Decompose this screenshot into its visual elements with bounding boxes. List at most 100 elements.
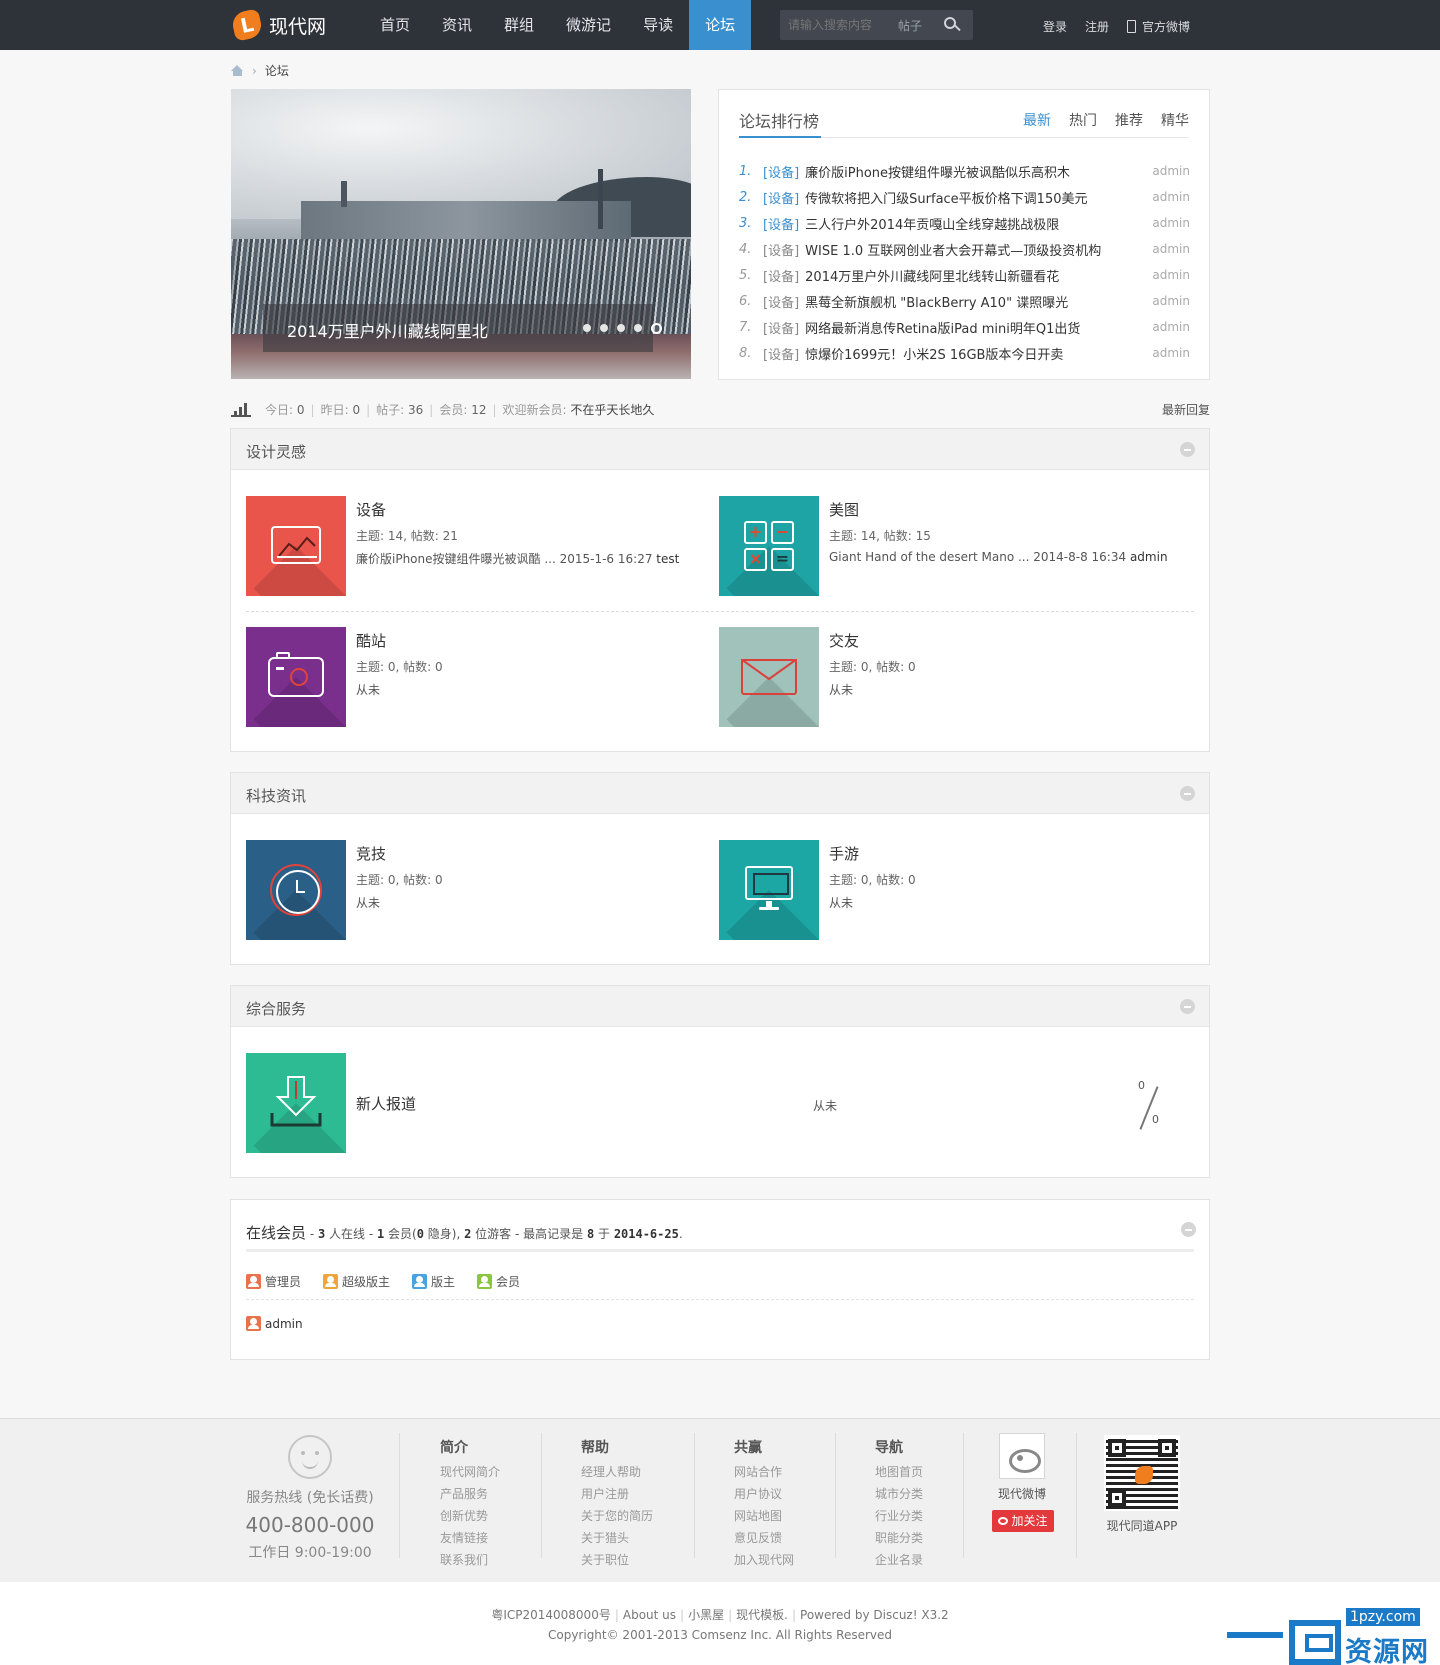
thread-title-link[interactable]: 三人行户外2014年贡嘎山全线穿越挑战极限 — [805, 214, 1142, 233]
last-post-user-link[interactable]: admin — [1130, 550, 1168, 564]
search-button[interactable] — [940, 14, 964, 36]
slide-dot[interactable] — [634, 324, 642, 332]
last-post-user-link[interactable]: test — [656, 552, 679, 566]
thread-title-link[interactable]: 廉价版iPhone按键组件曝光被讽酷似乐高积木 — [805, 162, 1142, 181]
footer-link[interactable]: 网站地图 — [734, 1505, 794, 1527]
online-member-admin[interactable]: admin — [246, 1316, 303, 1331]
thread-author-link[interactable]: admin — [1142, 164, 1190, 178]
thread-author-link[interactable]: admin — [1142, 190, 1190, 204]
forum-name-link[interactable]: 美图 — [829, 499, 859, 520]
thread-author-link[interactable]: admin — [1142, 294, 1190, 308]
footer-link[interactable]: 行业分类 — [875, 1505, 923, 1527]
forum-icon-link[interactable] — [246, 496, 346, 596]
footer-link[interactable]: 关于职位 — [581, 1549, 653, 1571]
thread-title-link[interactable]: 黑莓全新旗舰机 "BlackBerry A10" 谍照曝光 — [805, 292, 1142, 311]
search-type-select[interactable]: 帖子 — [898, 17, 922, 34]
footer-link[interactable]: 关于猎头 — [581, 1527, 653, 1549]
forum-name-link[interactable]: 设备 — [356, 499, 386, 520]
nav-item-forum[interactable]: 论坛 — [689, 0, 752, 50]
footer-link[interactable]: 用户注册 — [581, 1483, 653, 1505]
forum-icon-link[interactable] — [719, 627, 819, 727]
collapse-icon[interactable] — [1180, 999, 1195, 1014]
forum-icon-link[interactable]: + − × = — [719, 496, 819, 596]
nav-item-news[interactable]: 资讯 — [426, 0, 488, 50]
template-link[interactable]: 现代模板. — [736, 1608, 788, 1622]
search-input[interactable] — [788, 17, 888, 33]
collapse-icon[interactable] — [1180, 786, 1195, 801]
footer-link[interactable]: 网站合作 — [734, 1461, 794, 1483]
login-link[interactable]: 登录 — [1043, 18, 1067, 35]
thread-category-link[interactable]: [设备] — [763, 266, 799, 285]
footer-link[interactable]: 地图首页 — [875, 1461, 923, 1483]
forum-name-link[interactable]: 交友 — [829, 630, 859, 651]
register-link[interactable]: 注册 — [1085, 18, 1109, 35]
tab-recommended[interactable]: 推荐 — [1115, 110, 1143, 130]
footer-link[interactable]: 企业名录 — [875, 1549, 923, 1571]
thread-author-link[interactable]: admin — [1142, 346, 1190, 360]
tab-featured[interactable]: 精华 — [1161, 110, 1189, 130]
forum-icon-link[interactable] — [246, 840, 346, 940]
image-slider[interactable]: 2014万里户外川藏线阿里北 — [231, 89, 691, 379]
footer-link[interactable]: 意见反馈 — [734, 1527, 794, 1549]
forum-icon-link[interactable] — [246, 627, 346, 727]
nav-item-home[interactable]: 首页 — [364, 0, 426, 50]
thread-title-link[interactable]: 传微软将把入门级Surface平板价格下调150美元 — [805, 188, 1142, 207]
newest-member-link[interactable]: 不在乎天长地久 — [570, 401, 654, 418]
nav-item-travelogue[interactable]: 微游记 — [550, 0, 627, 50]
blacklist-link[interactable]: 小黑屋 — [688, 1608, 724, 1622]
weibo-icon[interactable] — [999, 1433, 1045, 1479]
thread-category-link[interactable]: [设备] — [763, 162, 799, 181]
follow-button[interactable]: 加关注 — [992, 1510, 1054, 1532]
footer-link[interactable]: 产品服务 — [440, 1483, 500, 1505]
last-post-link[interactable]: Giant Hand of the desert Mano ... — [829, 550, 1029, 564]
thread-category-link[interactable]: [设备] — [763, 318, 799, 337]
footer-link[interactable]: 现代网简介 — [440, 1461, 500, 1483]
slide-dot[interactable] — [583, 324, 591, 332]
forum-name-link[interactable]: 新人报道 — [356, 1093, 416, 1114]
nav-item-groups[interactable]: 群组 — [488, 0, 550, 50]
thread-category-link[interactable]: [设备] — [763, 188, 799, 207]
thread-title-link[interactable]: 网络最新消息传Retina版iPad mini明年Q1出货 — [805, 318, 1142, 337]
footer-link[interactable]: 加入现代网 — [734, 1549, 794, 1571]
collapse-icon[interactable] — [1181, 1222, 1196, 1237]
thread-title-link[interactable]: 2014万里户外川藏线阿里北线转山新疆看花 — [805, 266, 1142, 285]
thread-author-link[interactable]: admin — [1142, 320, 1190, 334]
about-us-link[interactable]: About us — [623, 1608, 676, 1622]
footer-link[interactable]: 职能分类 — [875, 1527, 923, 1549]
footer-link[interactable]: 城市分类 — [875, 1483, 923, 1505]
official-weibo-link[interactable]: 官方微博 — [1127, 18, 1190, 35]
breadcrumb-current[interactable]: 论坛 — [265, 62, 289, 79]
nav-item-guide[interactable]: 导读 — [627, 0, 689, 50]
home-icon[interactable] — [231, 65, 244, 76]
footer-link[interactable]: 联系我们 — [440, 1549, 500, 1571]
footer-link[interactable]: 创新优势 — [440, 1505, 500, 1527]
thread-author-link[interactable]: admin — [1142, 268, 1190, 282]
forum-name-link[interactable]: 竞技 — [356, 843, 386, 864]
forum-icon-link[interactable] — [246, 1053, 346, 1153]
slide-dot-active[interactable] — [651, 322, 662, 334]
tab-latest[interactable]: 最新 — [1023, 110, 1051, 130]
slide-dot[interactable] — [617, 324, 625, 332]
collapse-icon[interactable] — [1180, 442, 1195, 457]
forum-name-link[interactable]: 手游 — [829, 843, 859, 864]
thread-author-link[interactable]: admin — [1142, 242, 1190, 256]
forum-icon-link[interactable] — [719, 840, 819, 940]
thread-author-link[interactable]: admin — [1142, 216, 1190, 230]
footer-link[interactable]: 用户协议 — [734, 1483, 794, 1505]
thread-category-link[interactable]: [设备] — [763, 344, 799, 363]
forum-name-link[interactable]: 酷站 — [356, 630, 386, 651]
footer-link[interactable]: 关于您的简历 — [581, 1505, 653, 1527]
tab-hot[interactable]: 热门 — [1069, 110, 1097, 130]
footer-link[interactable]: 经理人帮助 — [581, 1461, 653, 1483]
footer-link[interactable]: 友情链接 — [440, 1527, 500, 1549]
slide-caption[interactable]: 2014万里户外川藏线阿里北 — [263, 304, 662, 352]
thread-category-link[interactable]: [设备] — [763, 214, 799, 233]
last-post-link[interactable]: 廉价版iPhone按键组件曝光被讽酷 ... — [356, 552, 556, 566]
thread-category-link[interactable]: [设备] — [763, 240, 799, 259]
icp-link[interactable]: 粤ICP2014008000号 — [491, 1608, 611, 1622]
thread-title-link[interactable]: 惊爆价1699元！小米2S 16GB版本今日开卖 — [805, 344, 1142, 363]
site-logo[interactable]: L 现代网 — [230, 8, 326, 42]
latest-reply-link[interactable]: 最新回复 — [1162, 401, 1210, 418]
slide-dot[interactable] — [600, 324, 608, 332]
thread-category-link[interactable]: [设备] — [763, 292, 799, 311]
